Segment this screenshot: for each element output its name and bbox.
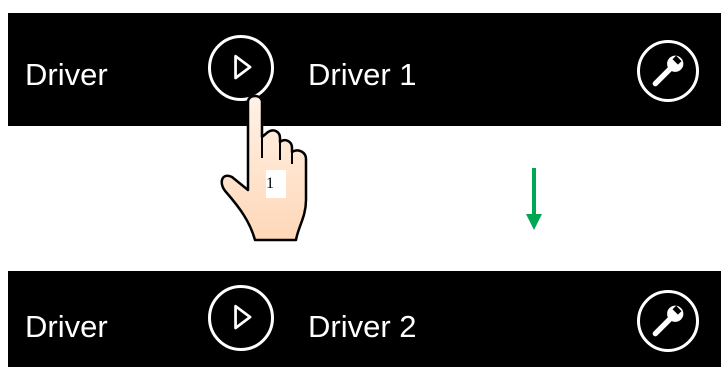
play-icon [234,54,252,80]
settings-button[interactable] [637,290,699,352]
driver-bar-after: Driver Driver 2 [8,271,721,367]
play-icon [234,304,252,330]
driver-bar-before: Driver Driver 1 [8,13,721,126]
next-driver-button[interactable] [208,285,274,351]
driver-value: Driver 1 [308,57,417,92]
driver-value: Driver 2 [308,309,417,344]
driver-label: Driver [25,309,108,344]
down-arrow-icon [526,168,542,230]
step-number: 1 [266,170,286,198]
pointing-hand-icon [220,94,308,242]
wrench-icon [652,55,684,87]
driver-label: Driver [25,57,108,92]
wrench-icon [652,305,684,337]
settings-button[interactable] [637,40,699,102]
